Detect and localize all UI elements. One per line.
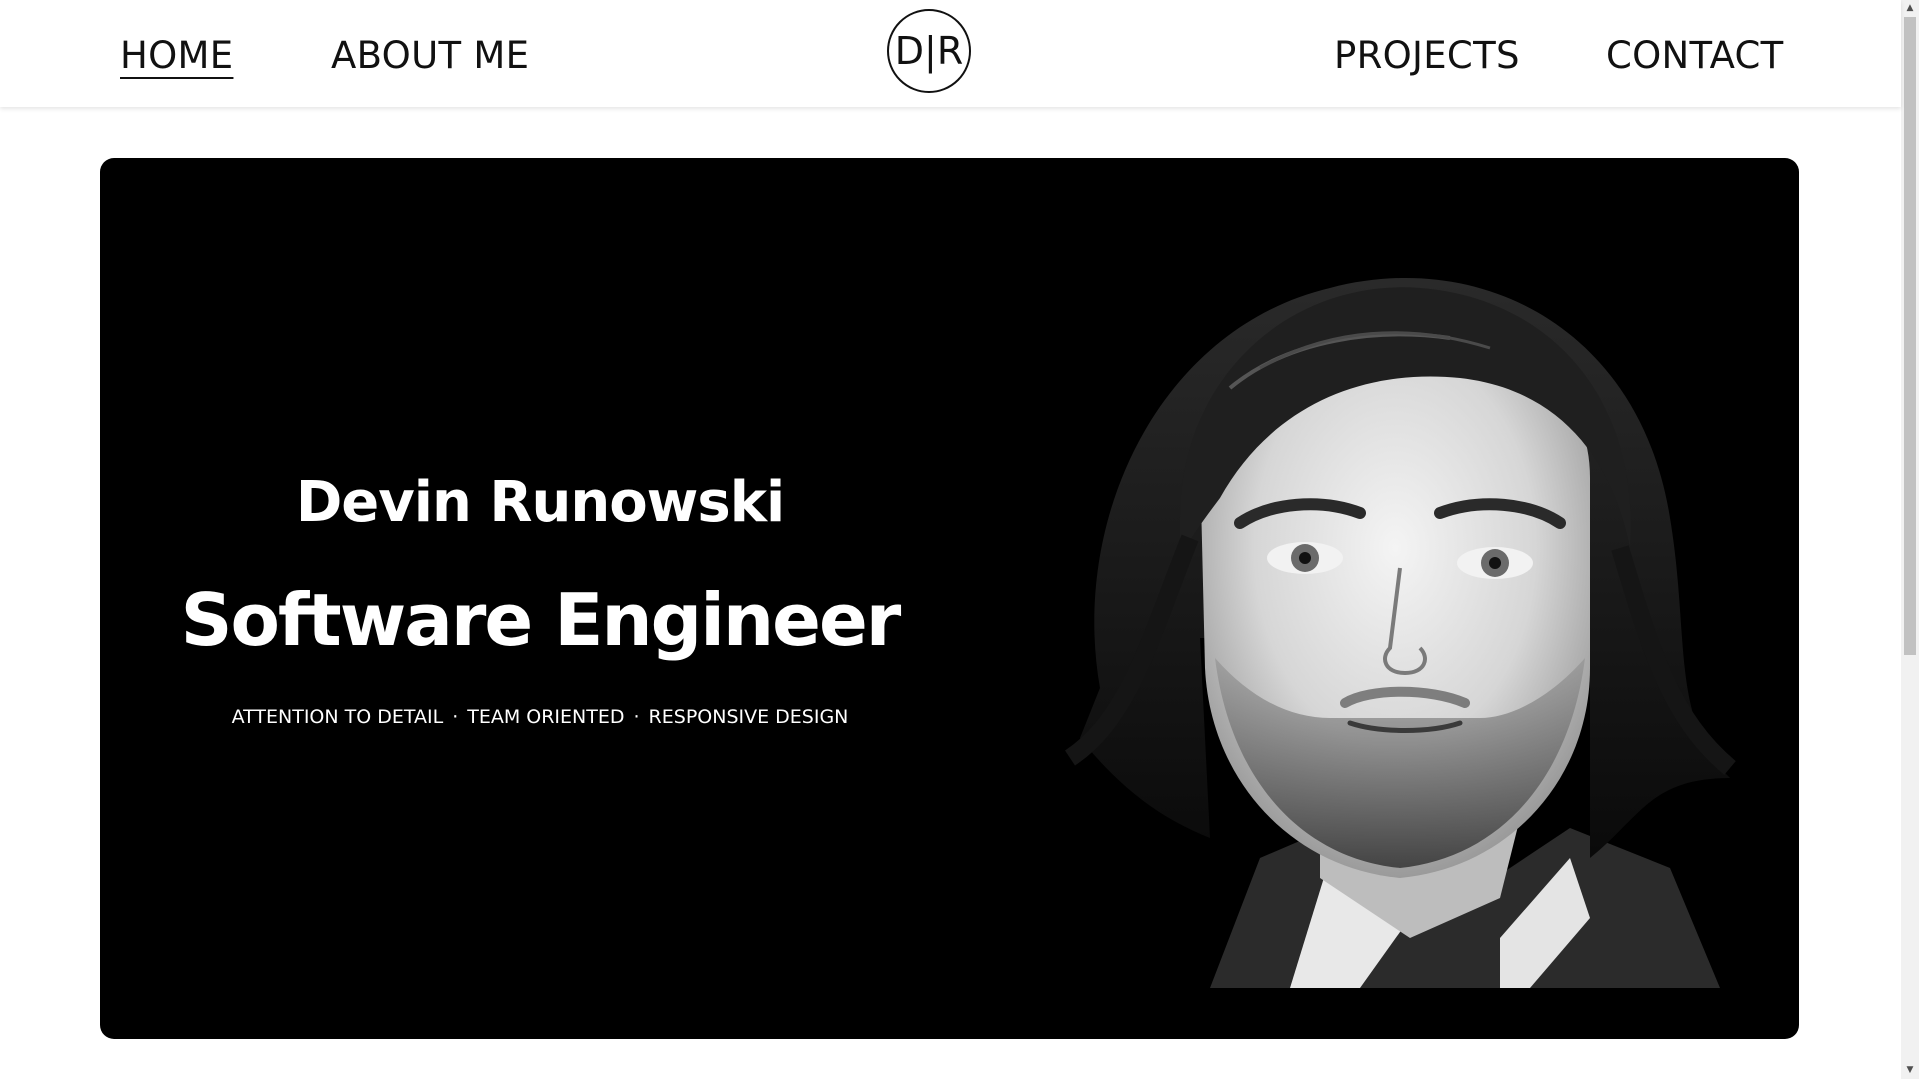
logo-home-link[interactable]: D|R: [887, 9, 971, 93]
tag-separator: ·: [633, 706, 640, 728]
nav-contact-link[interactable]: CONTACT: [1606, 32, 1784, 80]
hero-tags: ATTENTION TO DETAIL · TEAM ORIENTED · RESPON…: [100, 704, 980, 730]
logo-text: D|R: [894, 29, 964, 73]
hero-name: Devin Runowski: [295, 470, 785, 535]
hero-role: Software Engineer: [180, 578, 902, 662]
page: HOME ABOUT ME D|R PROJECTS CONTACT Devin…: [0, 0, 1919, 1079]
nav-about-me-link[interactable]: ABOUT ME: [331, 32, 529, 80]
hero-tag: RESPONSIVE DESIGN: [648, 706, 849, 728]
scrollbar-thumb[interactable]: [1904, 17, 1916, 655]
hero-tag: ATTENTION TO DETAIL: [231, 706, 444, 728]
site-header: HOME ABOUT ME D|R PROJECTS CONTACT: [0, 0, 1901, 107]
portrait-image: [1064, 277, 1736, 988]
hero-banner: Devin Runowski Software Engineer ATTENTI…: [100, 158, 1799, 1039]
scroll-up-arrow-icon[interactable]: ▲: [1901, 0, 1919, 17]
hero-text-block: Devin Runowski Software Engineer ATTENTI…: [100, 158, 980, 1039]
hero-tag: TEAM ORIENTED: [467, 706, 625, 728]
tag-separator: ·: [452, 706, 459, 728]
scroll-down-arrow-icon[interactable]: ▼: [1901, 1062, 1919, 1079]
page-scrollbar[interactable]: ▲ ▼: [1901, 0, 1919, 1079]
nav-projects-link[interactable]: PROJECTS: [1334, 32, 1520, 80]
nav-home-link[interactable]: HOME: [120, 32, 233, 80]
